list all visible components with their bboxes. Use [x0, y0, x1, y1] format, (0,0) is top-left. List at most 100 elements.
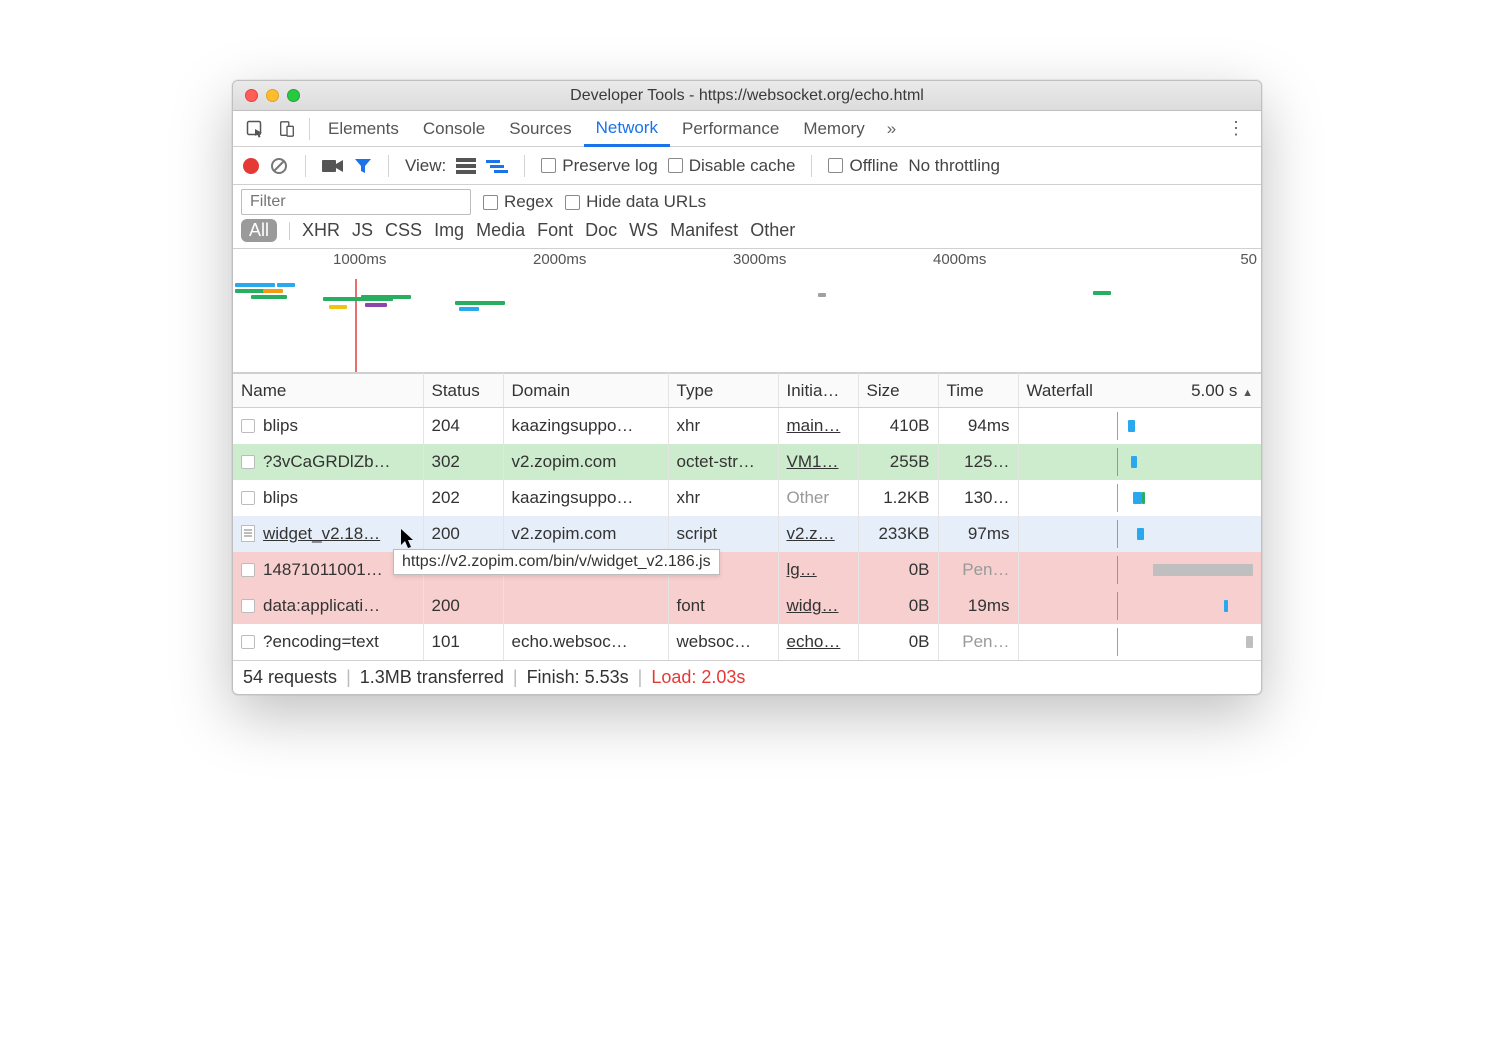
cell-type: websoc… [668, 624, 778, 660]
status-bar: 54 requests | 1.3MB transferred | Finish… [233, 660, 1261, 694]
cell-status: 204 [423, 408, 503, 445]
file-icon [241, 599, 255, 613]
file-icon [241, 635, 255, 649]
table-row[interactable]: data:applicati…200fontwidg…0B19ms [233, 588, 1261, 624]
type-filter-font[interactable]: Font [537, 220, 573, 241]
file-icon [241, 563, 255, 577]
offline-label: Offline [849, 156, 898, 176]
tab-network[interactable]: Network [584, 111, 670, 147]
cell-waterfall [1018, 624, 1261, 660]
overview-icon[interactable] [486, 159, 508, 173]
cell-name[interactable]: widget_v2.18… [233, 516, 423, 552]
panel-tabs: Elements Console Sources Network Perform… [233, 111, 1261, 147]
col-domain[interactable]: Domain [503, 374, 668, 408]
device-toolbar-icon[interactable] [271, 113, 303, 145]
tab-sources[interactable]: Sources [497, 111, 583, 147]
more-tabs-button[interactable]: » [877, 119, 906, 139]
col-size[interactable]: Size [858, 374, 938, 408]
cell-domain [503, 588, 668, 624]
table-row[interactable]: 14871011001…lg…0BPen… [233, 552, 1261, 588]
file-icon [241, 419, 255, 433]
type-filter-other[interactable]: Other [750, 220, 795, 241]
table-row[interactable]: widget_v2.18…200v2.zopim.comscriptv2.z…2… [233, 516, 1261, 552]
cell-initiator[interactable]: v2.z… [778, 516, 858, 552]
offline-checkbox[interactable]: Offline [828, 156, 898, 176]
divider [811, 155, 812, 177]
timeline-tick: 3000ms [733, 251, 786, 268]
disable-cache-checkbox[interactable]: Disable cache [668, 156, 796, 176]
status-finish: Finish: 5.53s [527, 667, 629, 687]
preserve-log-label: Preserve log [562, 156, 657, 176]
timeline-tick: 4000ms [933, 251, 986, 268]
cell-name[interactable]: data:applicati… [233, 588, 423, 624]
file-icon [241, 491, 255, 505]
record-button[interactable] [243, 158, 259, 174]
hide-data-urls-label: Hide data URLs [586, 192, 706, 212]
devtools-window: Developer Tools - https://websocket.org/… [232, 80, 1262, 695]
cell-initiator[interactable]: lg… [778, 552, 858, 588]
cell-name[interactable]: ?3vCaGRDlZb… [233, 444, 423, 480]
col-name[interactable]: Name [233, 374, 423, 408]
tab-console[interactable]: Console [411, 111, 497, 147]
minimize-window-button[interactable] [266, 89, 279, 102]
col-time[interactable]: Time [938, 374, 1018, 408]
maximize-window-button[interactable] [287, 89, 300, 102]
type-filter-manifest[interactable]: Manifest [670, 220, 738, 241]
type-filter-media[interactable]: Media [476, 220, 525, 241]
large-rows-icon[interactable] [456, 158, 476, 174]
cell-initiator[interactable]: main… [778, 408, 858, 445]
type-filter-img[interactable]: Img [434, 220, 464, 241]
tab-elements[interactable]: Elements [316, 111, 411, 147]
cell-name[interactable]: blips [233, 408, 423, 445]
titlebar: Developer Tools - https://websocket.org/… [233, 81, 1261, 111]
cell-domain: v2.zopim.com [503, 444, 668, 480]
inspect-element-icon[interactable] [239, 113, 271, 145]
settings-menu-button[interactable]: ⋮ [1217, 118, 1255, 139]
table-row[interactable]: blips202kaazingsuppo…xhrOther1.2KB130… [233, 480, 1261, 516]
clear-icon[interactable] [269, 156, 289, 176]
type-filter-all[interactable]: All [241, 219, 277, 242]
filter-icon[interactable] [354, 157, 372, 175]
tab-memory[interactable]: Memory [791, 111, 876, 147]
filter-input[interactable] [241, 189, 471, 215]
table-row[interactable]: ?3vCaGRDlZb…302v2.zopim.comoctet-str…VM1… [233, 444, 1261, 480]
requests-table: Name Status Domain Type Initia… Size Tim… [233, 373, 1261, 660]
type-filter-doc[interactable]: Doc [585, 220, 617, 241]
regex-label: Regex [504, 192, 553, 212]
col-status[interactable]: Status [423, 374, 503, 408]
timeline-overview[interactable]: 1000ms 2000ms 3000ms 4000ms 50 [233, 249, 1261, 373]
cell-size: 0B [858, 552, 938, 588]
cell-initiator[interactable]: echo… [778, 624, 858, 660]
cell-status: 202 [423, 480, 503, 516]
cell-name[interactable]: blips [233, 480, 423, 516]
col-initiator[interactable]: Initia… [778, 374, 858, 408]
type-filter-xhr[interactable]: XHR [302, 220, 340, 241]
regex-checkbox[interactable]: Regex [483, 192, 553, 212]
timeline-tick: 2000ms [533, 251, 586, 268]
col-type[interactable]: Type [668, 374, 778, 408]
table-row[interactable]: ?encoding=text101echo.websoc…websoc…echo… [233, 624, 1261, 660]
cell-initiator[interactable]: VM1… [778, 444, 858, 480]
divider [289, 222, 290, 240]
divider [524, 155, 525, 177]
col-waterfall[interactable]: Waterfall 5.00 s ▲ [1018, 374, 1261, 408]
requests-table-wrap: Name Status Domain Type Initia… Size Tim… [233, 373, 1261, 660]
type-filter-js[interactable]: JS [352, 220, 373, 241]
preserve-log-checkbox[interactable]: Preserve log [541, 156, 657, 176]
camera-icon[interactable] [322, 158, 344, 174]
table-row[interactable]: blips204kaazingsuppo…xhrmain…410B94ms [233, 408, 1261, 445]
cell-initiator[interactable]: widg… [778, 588, 858, 624]
cell-size: 0B [858, 588, 938, 624]
file-icon [241, 455, 255, 469]
cell-domain: echo.websoc… [503, 624, 668, 660]
network-toolbar: View: Preserve log Disable cache Offline… [233, 147, 1261, 185]
cell-type: octet-str… [668, 444, 778, 480]
cell-type: font [668, 588, 778, 624]
close-window-button[interactable] [245, 89, 258, 102]
throttling-select[interactable]: No throttling [908, 156, 1006, 176]
type-filter-ws[interactable]: WS [629, 220, 658, 241]
type-filter-css[interactable]: CSS [385, 220, 422, 241]
hide-data-urls-checkbox[interactable]: Hide data URLs [565, 192, 706, 212]
cell-name[interactable]: ?encoding=text [233, 624, 423, 660]
tab-performance[interactable]: Performance [670, 111, 791, 147]
